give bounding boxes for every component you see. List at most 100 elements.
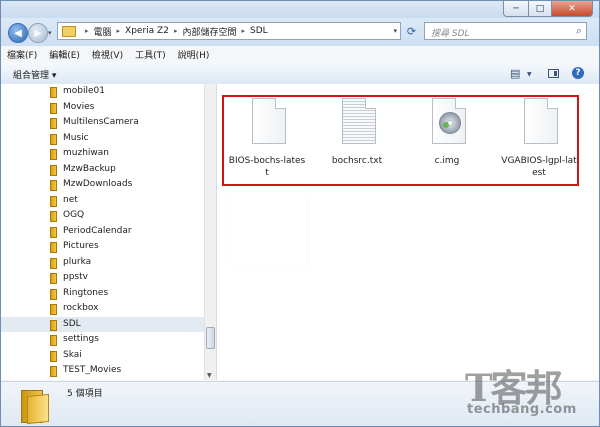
folder-icon bbox=[50, 242, 57, 253]
folder-icon bbox=[50, 102, 57, 114]
refresh-icon: ⟳ bbox=[406, 25, 417, 38]
file-item[interactable]: c.img bbox=[408, 96, 486, 186]
sidebar-item-ogq[interactable]: OGQ bbox=[1, 208, 204, 224]
sidebar-item-label: ppstv bbox=[63, 272, 88, 282]
refresh-button[interactable]: ⟳ bbox=[403, 23, 420, 40]
folder-icon bbox=[50, 149, 57, 160]
sidebar-item-plurka[interactable]: plurka bbox=[1, 255, 204, 271]
search-box[interactable]: 搜尋 SDL ⌕ bbox=[424, 22, 587, 40]
folder-icon bbox=[50, 366, 57, 377]
sidebar-item-multilenscamera[interactable]: MultilensCamera bbox=[1, 115, 204, 131]
sidebar-item-label: muzhiwan bbox=[63, 148, 109, 158]
address-bar[interactable]: ▸ 電腦 ▸ Xperia Z2 ▸ 內部儲存空間 ▸ SDL ▾ bbox=[57, 22, 401, 40]
breadcrumb-sdl[interactable]: SDL bbox=[250, 26, 268, 36]
organize-button[interactable]: 組合管理 ▾ bbox=[13, 68, 56, 81]
chevron-down-icon[interactable]: ▼ bbox=[527, 71, 532, 78]
breadcrumb-device[interactable]: Xperia Z2 bbox=[125, 26, 169, 36]
sidebar-item-muzhiwan[interactable]: muzhiwan bbox=[1, 146, 204, 162]
arrow-right-icon: ▶ bbox=[34, 27, 42, 39]
folder-icon bbox=[50, 257, 57, 269]
view-options-icon[interactable]: ▤ bbox=[510, 67, 520, 80]
preview-pane-icon[interactable] bbox=[548, 69, 559, 78]
sidebar-item-mzwbackup[interactable]: MzwBackup bbox=[1, 162, 204, 178]
menu-view[interactable]: 檢視(V) bbox=[86, 48, 129, 61]
file-item[interactable]: VGABIOS-lgpl-latest bbox=[500, 96, 578, 186]
title-bar: ─ □ ✕ bbox=[1, 1, 599, 18]
text-file-icon bbox=[342, 98, 376, 144]
folder-icon bbox=[50, 273, 57, 284]
sidebar-item-label: MzwBackup bbox=[63, 163, 116, 174]
chevron-right-icon[interactable]: ▸ bbox=[117, 27, 121, 35]
breadcrumb-computer[interactable]: 電腦 bbox=[94, 25, 112, 38]
sidebar-item-settings[interactable]: settings bbox=[1, 332, 204, 348]
folder-icon bbox=[50, 226, 57, 238]
sidebar-item-label: Movies bbox=[63, 101, 95, 112]
back-button[interactable]: ◀ bbox=[8, 23, 28, 43]
navigation-bar: ◀ ▶ ▾ ▸ 電腦 ▸ Xperia Z2 ▸ 內部儲存空間 ▸ SDL ▾ … bbox=[1, 18, 599, 46]
sidebar-item-music[interactable]: Music bbox=[1, 131, 204, 147]
scroll-down-arrow-icon[interactable]: ▼ bbox=[207, 372, 212, 379]
file-item[interactable]: bochsrc.txt bbox=[318, 96, 396, 186]
file-item[interactable]: BIOS-bochs-latest bbox=[228, 96, 306, 186]
sidebar-item-movies[interactable]: Movies bbox=[1, 100, 204, 116]
sidebar-item-ppstv[interactable]: ppstv bbox=[1, 270, 204, 286]
search-icon[interactable]: ⌕ bbox=[576, 24, 582, 38]
chevron-right-icon[interactable]: ▸ bbox=[85, 27, 89, 35]
breadcrumb-storage[interactable]: 內部儲存空間 bbox=[182, 25, 236, 38]
folder-icon bbox=[21, 387, 50, 425]
chevron-right-icon[interactable]: ▸ bbox=[174, 27, 178, 35]
sidebar-item-sdl[interactable]: SDL bbox=[1, 316, 204, 332]
minimize-button[interactable]: ─ bbox=[503, 1, 529, 17]
folder-icon bbox=[50, 118, 57, 129]
sidebar-item-mobile01[interactable]: mobile01 bbox=[1, 84, 204, 100]
folder-tree: mobile01 Movies MultilensCamera Music muzhiw… bbox=[1, 84, 204, 379]
menu-tools[interactable]: 工具(T) bbox=[129, 48, 172, 61]
file-name: VGABIOS-lgpl-latest bbox=[501, 156, 577, 178]
sidebar-item-pictures[interactable]: Pictures bbox=[1, 239, 204, 255]
sidebar-item-test-movies[interactable]: TEST_Movies bbox=[1, 363, 204, 379]
sidebar-item-ringtones[interactable]: Ringtones bbox=[1, 286, 204, 302]
navigation-scrollbar[interactable]: ▼ bbox=[204, 84, 216, 380]
sidebar-item-periodcalendar[interactable]: PeriodCalendar bbox=[1, 224, 204, 240]
folder-icon bbox=[50, 304, 57, 315]
folder-icon bbox=[50, 180, 57, 191]
folder-icon bbox=[50, 335, 57, 346]
close-button[interactable]: ✕ bbox=[552, 1, 593, 17]
menu-bar: 檔案(F) 編輯(E) 檢視(V) 工具(T) 說明(H) bbox=[1, 46, 599, 64]
folder-icon bbox=[50, 164, 57, 176]
generic-file-icon bbox=[252, 98, 286, 144]
sidebar-item-rockbox[interactable]: rockbox bbox=[1, 301, 204, 317]
generic-file-icon bbox=[524, 98, 558, 144]
menu-edit[interactable]: 編輯(E) bbox=[43, 48, 86, 61]
details-pane: 5 個項目 bbox=[1, 381, 599, 426]
sidebar-item-label: mobile01 bbox=[63, 86, 105, 96]
command-bar: 組合管理 ▾ ▤ ▼ ? bbox=[1, 63, 599, 85]
sidebar-item-label: Skai bbox=[63, 349, 82, 360]
sidebar-item-label: Pictures bbox=[63, 241, 99, 251]
sidebar-item-label: PeriodCalendar bbox=[63, 225, 132, 236]
folder-icon bbox=[50, 211, 57, 222]
maximize-button[interactable]: □ bbox=[529, 1, 552, 17]
forward-button[interactable]: ▶ bbox=[28, 23, 48, 43]
help-button[interactable]: ? bbox=[572, 67, 584, 79]
sidebar-item-label: plurka bbox=[63, 256, 92, 267]
recent-pages-dropdown[interactable]: ▾ bbox=[48, 29, 52, 37]
item-count: 5 個項目 bbox=[67, 389, 103, 399]
sidebar-item-net[interactable]: net bbox=[1, 193, 204, 209]
empty-file-thumbnail[interactable] bbox=[231, 192, 308, 266]
menu-file[interactable]: 檔案(F) bbox=[1, 48, 43, 61]
chevron-right-icon[interactable]: ▸ bbox=[241, 27, 245, 35]
chevron-down-icon[interactable]: ▾ bbox=[393, 27, 397, 35]
menu-help[interactable]: 說明(H) bbox=[172, 48, 216, 61]
folder-icon bbox=[62, 25, 76, 37]
file-list-pane: BIOS-bochs-latest bochsrc.txt c.img VGAB… bbox=[217, 84, 599, 380]
file-name: BIOS-bochs-latest bbox=[228, 156, 306, 178]
sidebar-item-label: MzwDownloads bbox=[63, 179, 133, 189]
file-name: bochsrc.txt bbox=[331, 156, 383, 166]
sidebar-item-skai[interactable]: Skai bbox=[1, 348, 204, 364]
scrollbar-thumb[interactable] bbox=[206, 327, 215, 349]
sidebar-item-label: Music bbox=[63, 132, 89, 143]
sidebar-item-label: SDL bbox=[63, 318, 81, 329]
sidebar-item-label: Ringtones bbox=[63, 287, 109, 298]
sidebar-item-mzwdownloads[interactable]: MzwDownloads bbox=[1, 177, 204, 193]
